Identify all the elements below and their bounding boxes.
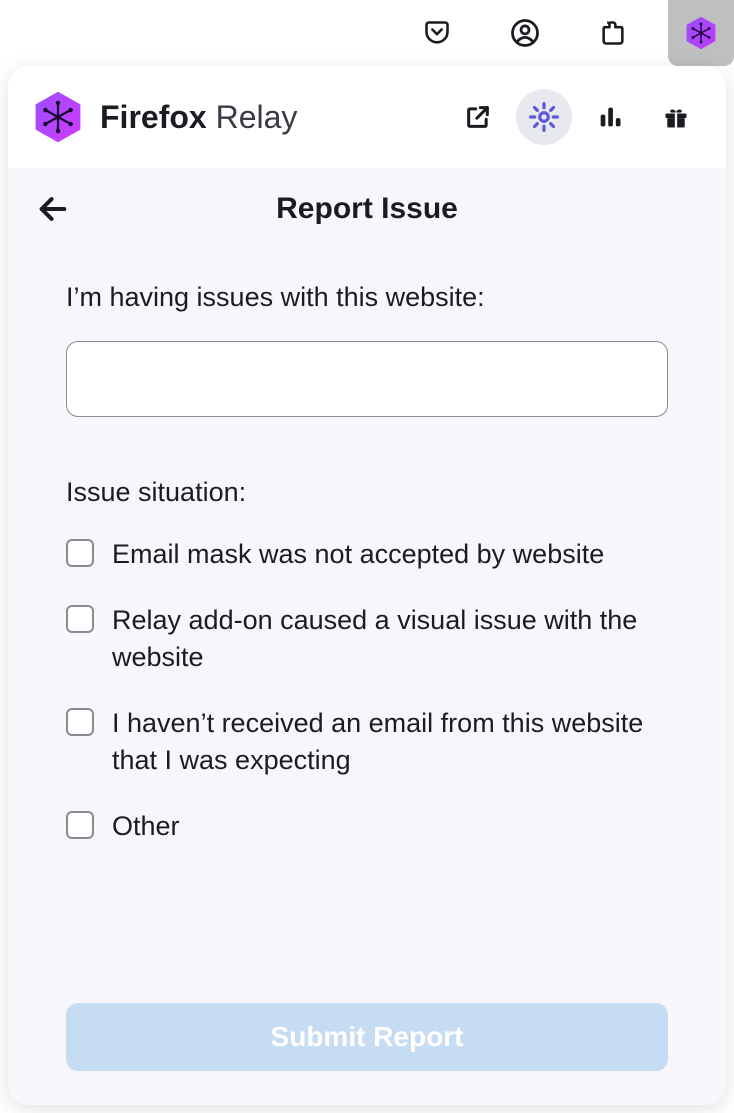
brand-text: Firefox Relay xyxy=(100,99,297,136)
header-actions xyxy=(450,89,704,145)
option-label: I haven’t received an email from this we… xyxy=(112,705,668,778)
subheader: Report Issue xyxy=(8,168,726,242)
website-label: I’m having issues with this website: xyxy=(66,282,668,313)
stats-button[interactable] xyxy=(582,89,638,145)
pocket-icon[interactable] xyxy=(404,0,470,66)
checkbox-icon xyxy=(66,539,94,567)
situation-label: Issue situation: xyxy=(66,477,668,508)
website-input[interactable] xyxy=(66,341,668,417)
option-label: Relay add-on caused a visual issue with … xyxy=(112,602,668,675)
submit-button[interactable]: Submit Report xyxy=(66,1003,668,1071)
checkbox-icon xyxy=(66,605,94,633)
brand: Firefox Relay xyxy=(30,89,450,145)
account-icon[interactable] xyxy=(492,0,558,66)
back-button[interactable] xyxy=(30,186,76,232)
option-label: Email mask was not accepted by website xyxy=(112,536,604,572)
gift-button[interactable] xyxy=(648,89,704,145)
page-title: Report Issue xyxy=(76,192,658,226)
extension-popup: Firefox Relay xyxy=(8,66,726,1105)
relay-extension-icon[interactable] xyxy=(668,0,734,66)
open-external-button[interactable] xyxy=(450,89,506,145)
settings-button[interactable] xyxy=(516,89,572,145)
option-visual-issue[interactable]: Relay add-on caused a visual issue with … xyxy=(66,602,668,675)
option-no-email[interactable]: I haven’t received an email from this we… xyxy=(66,705,668,778)
checkbox-icon xyxy=(66,811,94,839)
relay-logo-icon xyxy=(30,89,86,145)
brand-name-strong: Firefox xyxy=(100,99,207,135)
option-other[interactable]: Other xyxy=(66,808,668,844)
checkbox-icon xyxy=(66,708,94,736)
brand-name-light: Relay xyxy=(207,99,298,135)
popup-header: Firefox Relay xyxy=(8,66,726,168)
browser-toolbar xyxy=(0,0,734,66)
submit-wrap: Submit Report xyxy=(8,1003,726,1105)
option-label: Other xyxy=(112,808,180,844)
option-mask-not-accepted[interactable]: Email mask was not accepted by website xyxy=(66,536,668,572)
extensions-icon[interactable] xyxy=(580,0,646,66)
form-content: I’m having issues with this website: Iss… xyxy=(8,242,726,963)
